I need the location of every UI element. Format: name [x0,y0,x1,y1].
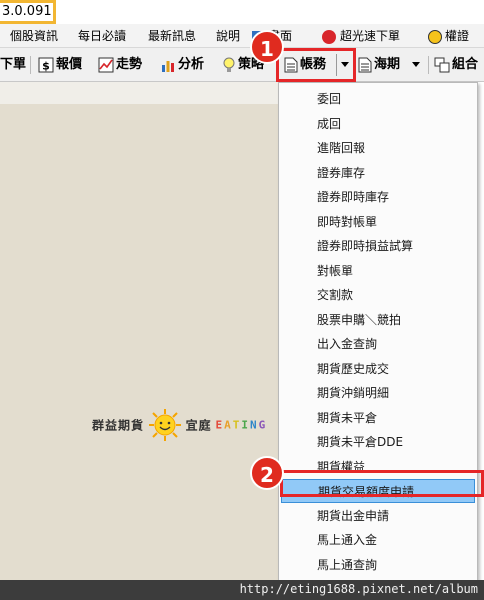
dropdown-menu-item[interactable]: 馬上通查詢 [281,553,475,577]
quote-button[interactable]: $ 報價 [38,54,82,76]
menu-bar: 個股資訊 每日必讀 最新訊息 說明 畫面 超光速下單 權證 [0,24,484,48]
menu-item-warrant[interactable]: 權證 [428,24,469,48]
dropdown-menu-item[interactable]: 證券即時損益試算 [281,234,475,258]
combo-button[interactable]: 組合 [434,54,478,76]
dropdown-menu-item[interactable]: 證券即時庫存 [281,185,475,209]
menu-item-superfast-order[interactable]: 超光速下單 [322,24,400,48]
dropdown-menu-item[interactable]: 交割款 [281,283,475,307]
dropdown-menu-item[interactable]: 馬上通入金 [281,528,475,552]
menu-item-latest-news[interactable]: 最新訊息 [148,24,196,48]
logo-right-text: 宜庭 [185,418,212,433]
annotation-badge-step-1: 1 [250,30,284,64]
dropdown-menu-item[interactable]: 期貨歷史成交 [281,357,475,381]
smiley-icon [428,29,442,44]
toolbar-divider [30,56,31,74]
dropdown-menu-item[interactable]: 出入金查詢 [281,332,475,356]
dropdown-menu-item[interactable]: 成回 [281,112,475,136]
dropdown-menu-item[interactable]: 期貨出金申請 [281,504,475,528]
menu-item-stock-info[interactable]: 個股資訊 [10,24,58,48]
dropdown-menu-item[interactable]: 即時對帳單 [281,210,475,234]
svg-text:$: $ [42,59,50,72]
watermark-text: http://eting1688.pixnet.net/album [239,582,478,596]
trend-button[interactable]: 走勢 [98,54,142,76]
order-button[interactable]: 下單 [0,54,26,76]
toolbar: 下單 $ 報價 走勢 分析 策略 帳務 海期 組合 [0,48,484,82]
analysis-button[interactable]: 分析 [160,54,204,76]
menu-item-help[interactable]: 說明 [216,24,240,48]
app-version: 3.0.091 [0,0,56,24]
workspace-area [0,82,278,600]
annotation-highlight-menu-item [280,470,484,497]
logo-eating-text: EATING [215,418,268,432]
dropdown-menu-item[interactable]: 進階回報 [281,136,475,160]
combo-windows-icon [434,57,450,72]
dropdown-menu-item[interactable]: 委回 [281,87,475,111]
lightbulb-icon [223,57,235,72]
dropdown-menu-item[interactable]: 期貨未平倉 [281,406,475,430]
trend-chart-icon [98,57,114,72]
burst-icon [322,29,336,44]
menu-item-daily-reading[interactable]: 每日必讀 [78,24,126,48]
hai-futures-button[interactable]: 海期 [358,54,400,76]
dropdown-menu-item[interactable]: 股票申購＼競拍 [281,308,475,332]
bar-chart-icon [162,60,174,72]
brand-logo: 群益期貨 宜庭 EATING [92,408,267,442]
dropdown-menu-item[interactable]: 期貨沖銷明細 [281,381,475,405]
logo-left-text: 群益期貨 [92,418,145,433]
dropdown-menu-item[interactable]: 證券庫存 [281,161,475,185]
hai-dropdown-arrow[interactable] [408,54,424,76]
sun-face-icon [148,409,181,441]
dropdown-menu-item[interactable]: 期貨未平倉DDE [281,430,475,454]
account-dropdown-menu: 委回 成回 進階回報 證券庫存 證券即時庫存 即時對帳單 證券即時損益試算 對帳單 交割款 股票申… [278,82,478,582]
toolbar-divider [428,56,429,74]
annotation-badge-step-2: 2 [250,456,284,490]
title-bar: 3.0.091 [0,0,484,24]
dropdown-menu-item[interactable]: 對帳單 [281,259,475,283]
chevron-down-icon [412,62,420,67]
document-icon [358,57,372,72]
dollar-doc-icon: $ [38,57,54,72]
annotation-highlight-account [276,48,356,82]
workspace-tab-strip [0,82,278,104]
